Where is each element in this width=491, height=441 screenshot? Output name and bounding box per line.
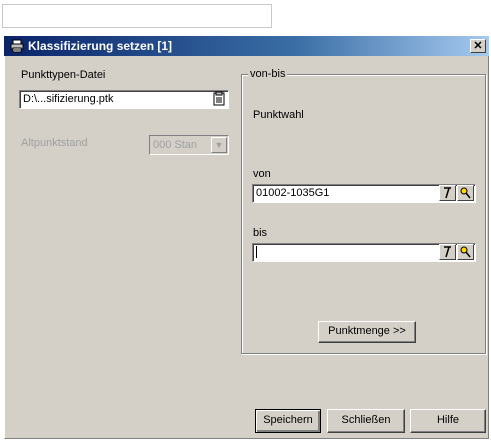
hilfe-label: Hilfe	[436, 414, 459, 426]
punktmenge-button-label: Punktmenge >>	[328, 325, 406, 337]
printer-icon	[10, 39, 24, 53]
von-value: 01002-1035G1	[256, 187, 330, 199]
bis-field[interactable]	[252, 243, 476, 262]
close-icon: ✕	[473, 40, 483, 52]
pick-point-icon	[444, 187, 451, 199]
search-person-icon	[460, 187, 471, 199]
chevron-down-icon[interactable]: ▼	[211, 137, 227, 153]
altpunktstand-combo[interactable]: 000 Stan ▼	[149, 135, 229, 155]
pick-point-icon	[444, 246, 451, 258]
schliessen-label: Schließen	[341, 414, 391, 426]
search-person-icon	[460, 246, 471, 258]
punktmenge-button[interactable]: Punktmenge >>	[318, 321, 416, 343]
altpunktstand-value: 000 Stan	[153, 139, 198, 151]
dialog-title: Klassifizierung setzen [1]	[28, 39, 173, 53]
von-search-button[interactable]	[457, 185, 474, 201]
top-input-field[interactable]	[2, 4, 272, 28]
bis-pick-button[interactable]	[439, 244, 456, 260]
file-browse-button[interactable]	[211, 91, 227, 107]
von-field[interactable]: 01002-1035G1	[252, 184, 476, 203]
text-cursor	[256, 246, 257, 258]
bis-label: bis	[253, 227, 268, 239]
background-area	[0, 0, 491, 34]
speichern-label: Speichern	[263, 414, 313, 426]
bis-search-button[interactable]	[457, 244, 474, 260]
punktwahl-label: Punktwahl	[253, 109, 304, 121]
speichern-button[interactable]: Speichern	[255, 409, 321, 433]
von-label: von	[253, 168, 271, 180]
von-bis-group-title: von-bis	[248, 68, 288, 80]
von-pick-button[interactable]	[439, 185, 456, 201]
von-bis-group: von-bis Punktwahl von 01002-1035G1 bis P…	[241, 68, 486, 354]
hilfe-button[interactable]: Hilfe	[410, 409, 486, 433]
punkttypen-label: Punkttypen-Datei	[21, 69, 106, 81]
punkttypen-field[interactable]: D:\...sifizierung.ptk	[19, 90, 229, 109]
dialog-titlebar: Klassifizierung setzen [1] ✕	[4, 36, 489, 56]
punkttypen-value: D:\...sifizierung.ptk	[23, 93, 114, 105]
dialog-body: Punkttypen-Datei D:\...sifizierung.ptk A…	[4, 56, 489, 439]
altpunktstand-label: Altpunktstand	[21, 137, 88, 149]
close-button[interactable]: ✕	[470, 39, 486, 53]
document-icon	[213, 91, 225, 106]
schliessen-button[interactable]: Schließen	[327, 409, 405, 433]
